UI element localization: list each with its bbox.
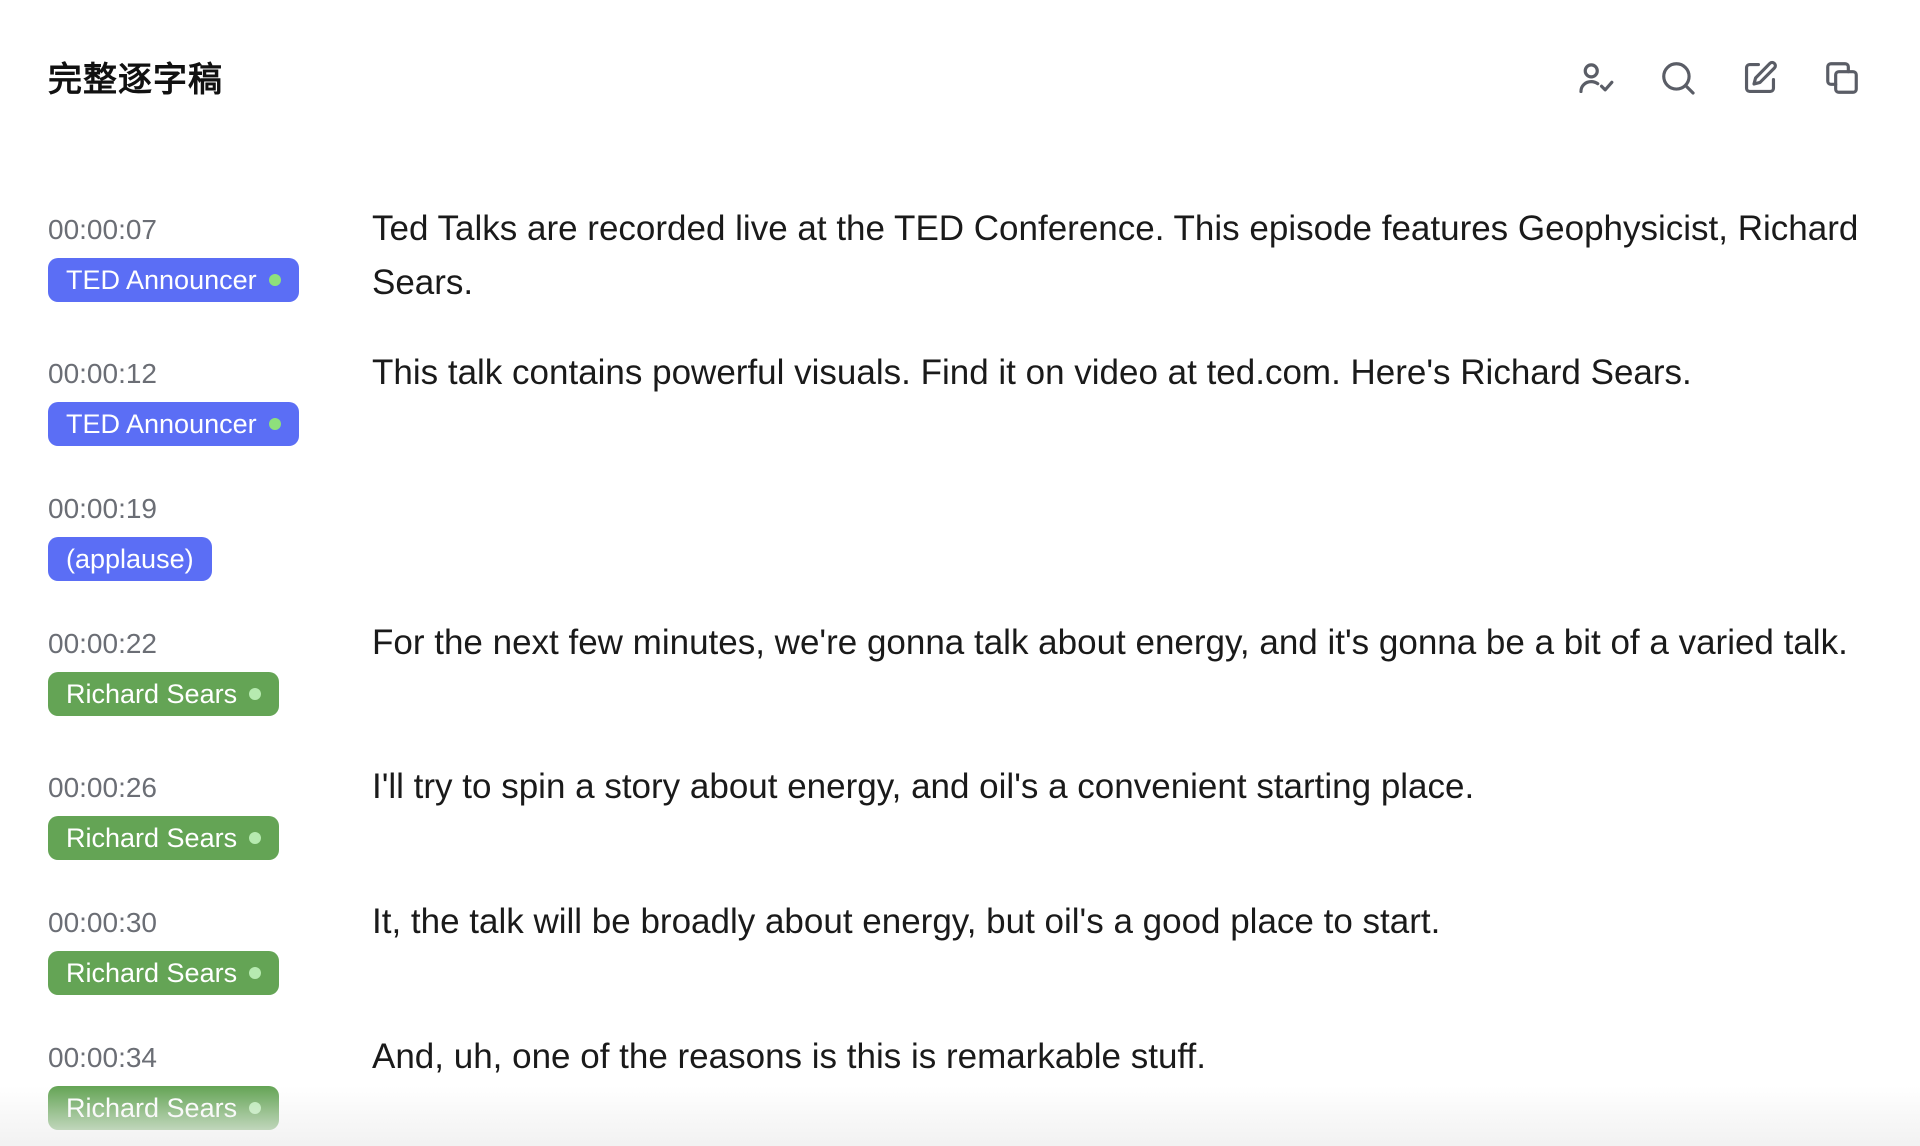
timestamp[interactable]: 00:00:34 [48,1038,372,1078]
transcript-segment: 00:00:30 Richard Sears It, the talk will… [0,902,1920,1038]
segment-meta: 00:00:22 Richard Sears [0,624,372,768]
timestamp[interactable]: 00:00:07 [48,210,372,250]
timestamp[interactable]: 00:00:19 [48,489,372,529]
speaker-status-dot [249,688,262,700]
edit-button[interactable] [1738,56,1782,100]
timestamp[interactable]: 00:00:12 [48,354,372,394]
segment-text[interactable] [372,481,1920,624]
transcript-segment: 00:00:34 Richard Sears And, uh, one of t… [0,1037,1920,1146]
speaker-badge[interactable]: Richard Sears [48,816,280,860]
segment-meta: 00:00:07 TED Announcer [0,210,372,354]
header: 完整逐字稿 [0,0,1920,160]
copy-button[interactable] [1820,56,1864,100]
speaker-name: Richard Sears [66,958,238,988]
speaker-badge[interactable]: Richard Sears [48,951,280,995]
speaker-badge[interactable]: (applause) [48,537,212,581]
transcript-segment: 00:00:12 TED Announcer This talk contain… [0,353,1920,489]
transcript-page: 完整逐字稿 00:00:07 TED Announcer Ted Talks a… [0,0,1920,1146]
search-button[interactable] [1656,56,1700,100]
speaker-status-dot [249,1102,262,1114]
speaker-status-dot [249,967,262,979]
segment-meta: 00:00:12 TED Announcer [0,354,372,489]
speaker-name: TED Announcer [66,265,257,295]
segment-text[interactable]: I'll try to spin a story about energy, a… [372,760,1920,903]
speaker-status-dot [249,832,262,844]
transcript-segment: 00:00:07 TED Announcer Ted Talks are rec… [0,209,1920,354]
speaker-name: (applause) [66,544,194,574]
transcript-segment: 00:00:26 Richard Sears I'll try to spin … [0,767,1920,903]
segment-text[interactable]: And, uh, one of the reasons is this is r… [372,1030,1920,1146]
speaker-badge[interactable]: Richard Sears [48,1086,280,1130]
segment-text[interactable]: For the next few minutes, we're gonna ta… [372,616,1920,768]
segment-meta: 00:00:34 Richard Sears [0,1038,372,1146]
speaker-name: TED Announcer [66,409,257,439]
segment-meta: 00:00:30 Richard Sears [0,903,372,1038]
segment-meta: 00:00:19 (applause) [0,489,372,624]
speaker-name: Richard Sears [66,1093,238,1123]
search-icon [1662,62,1695,95]
segment-text[interactable]: Ted Talks are recorded live at the TED C… [372,202,1920,354]
transcript-segment: 00:00:22 Richard Sears For the next few … [0,623,1920,768]
timestamp[interactable]: 00:00:26 [48,768,372,808]
segment-meta: 00:00:26 Richard Sears [0,768,372,903]
speaker-name: Richard Sears [66,679,238,709]
transcript-segment: 00:00:19 (applause) [0,489,1920,624]
segment-text[interactable]: It, the talk will be broadly about energ… [372,895,1920,1038]
timestamp[interactable]: 00:00:30 [48,903,372,943]
speaker-badge[interactable]: Richard Sears [48,672,280,716]
speaker-check-icon [1579,63,1614,94]
toolbar [1574,56,1864,100]
speaker-badge[interactable]: TED Announcer [48,402,299,446]
speaker-badge[interactable]: TED Announcer [48,258,299,302]
segment-text[interactable]: This talk contains powerful visuals. Fin… [372,346,1920,489]
timestamp[interactable]: 00:00:22 [48,624,372,664]
copy-icon [1826,62,1858,94]
speaker-name: Richard Sears [66,823,238,853]
speaker-check-button[interactable] [1574,56,1618,100]
transcript-list: 00:00:07 TED Announcer Ted Talks are rec… [0,209,1920,1146]
speaker-status-dot [268,274,281,286]
edit-icon [1744,60,1777,94]
speaker-status-dot [268,418,281,430]
page-title: 完整逐字稿 [48,60,223,100]
